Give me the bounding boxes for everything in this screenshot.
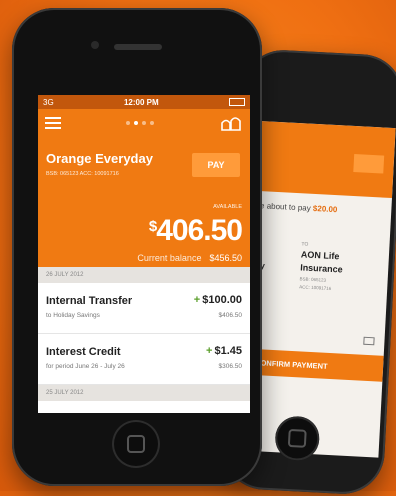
transaction-amount: + $1.45 xyxy=(206,345,242,357)
available-label: AVAILABLE xyxy=(213,204,242,210)
transaction-title: Interest Credit xyxy=(46,346,121,358)
account-name: Orange Everyday xyxy=(46,151,153,166)
back-header-button[interactable] xyxy=(353,153,385,174)
transaction-amount: + $100.00 xyxy=(193,294,242,306)
transaction-row[interactable]: Internal Transfer to Holiday Savings + $1… xyxy=(38,283,250,334)
battery-icon xyxy=(229,98,245,106)
transaction-balance: $306.50 xyxy=(218,363,243,370)
back-header xyxy=(254,120,396,199)
transaction-row[interactable]: Interest Credit for period June 26 - Jul… xyxy=(38,334,250,385)
account-number: BSB: 065123 ACC: 10091716 xyxy=(46,171,119,177)
back-phone-screen: re about to pay $20.00 ge day TO AON Lif… xyxy=(240,120,396,458)
page-indicator xyxy=(126,121,154,125)
date-header: 26 JULY 2012 xyxy=(38,267,250,283)
to-account: TO AON Life Insurance BSB: 065123 ACC: 1… xyxy=(299,241,343,291)
front-phone-screen: 3G 12:00 PM Orange Everyday BSB: 065123 … xyxy=(38,95,250,413)
status-bar: 3G 12:00 PM xyxy=(38,95,250,109)
front-camera xyxy=(91,41,99,49)
transaction-subtitle: to Holiday Savings xyxy=(46,312,100,319)
confirm-payment-button[interactable]: CONFIRM PAYMENT xyxy=(244,348,384,382)
date-header: 25 JULY 2012 xyxy=(38,385,250,401)
bank-logo-icon xyxy=(221,117,241,131)
earpiece-speaker xyxy=(114,44,162,50)
home-button-icon[interactable] xyxy=(112,420,160,468)
account-header: Orange Everyday BSB: 065123 ACC: 1009171… xyxy=(38,109,250,267)
mail-icon[interactable] xyxy=(363,336,375,346)
transaction-title: Internal Transfer xyxy=(46,295,133,307)
carrier-label: 3G xyxy=(43,97,54,107)
menu-icon[interactable] xyxy=(45,117,61,129)
pay-confirmation-text: re about to pay $20.00 xyxy=(257,201,338,215)
available-balance: $406.50 xyxy=(148,214,243,247)
transaction-balance: $406.50 xyxy=(218,312,243,319)
status-time: 12:00 PM xyxy=(123,97,159,107)
transaction-subtitle: for period June 26 - July 26 xyxy=(46,363,125,370)
pay-button[interactable]: PAY xyxy=(192,153,240,177)
current-balance: Current balance $456.50 xyxy=(137,253,242,263)
front-phone: 3G 12:00 PM Orange Everyday BSB: 065123 … xyxy=(12,8,262,486)
